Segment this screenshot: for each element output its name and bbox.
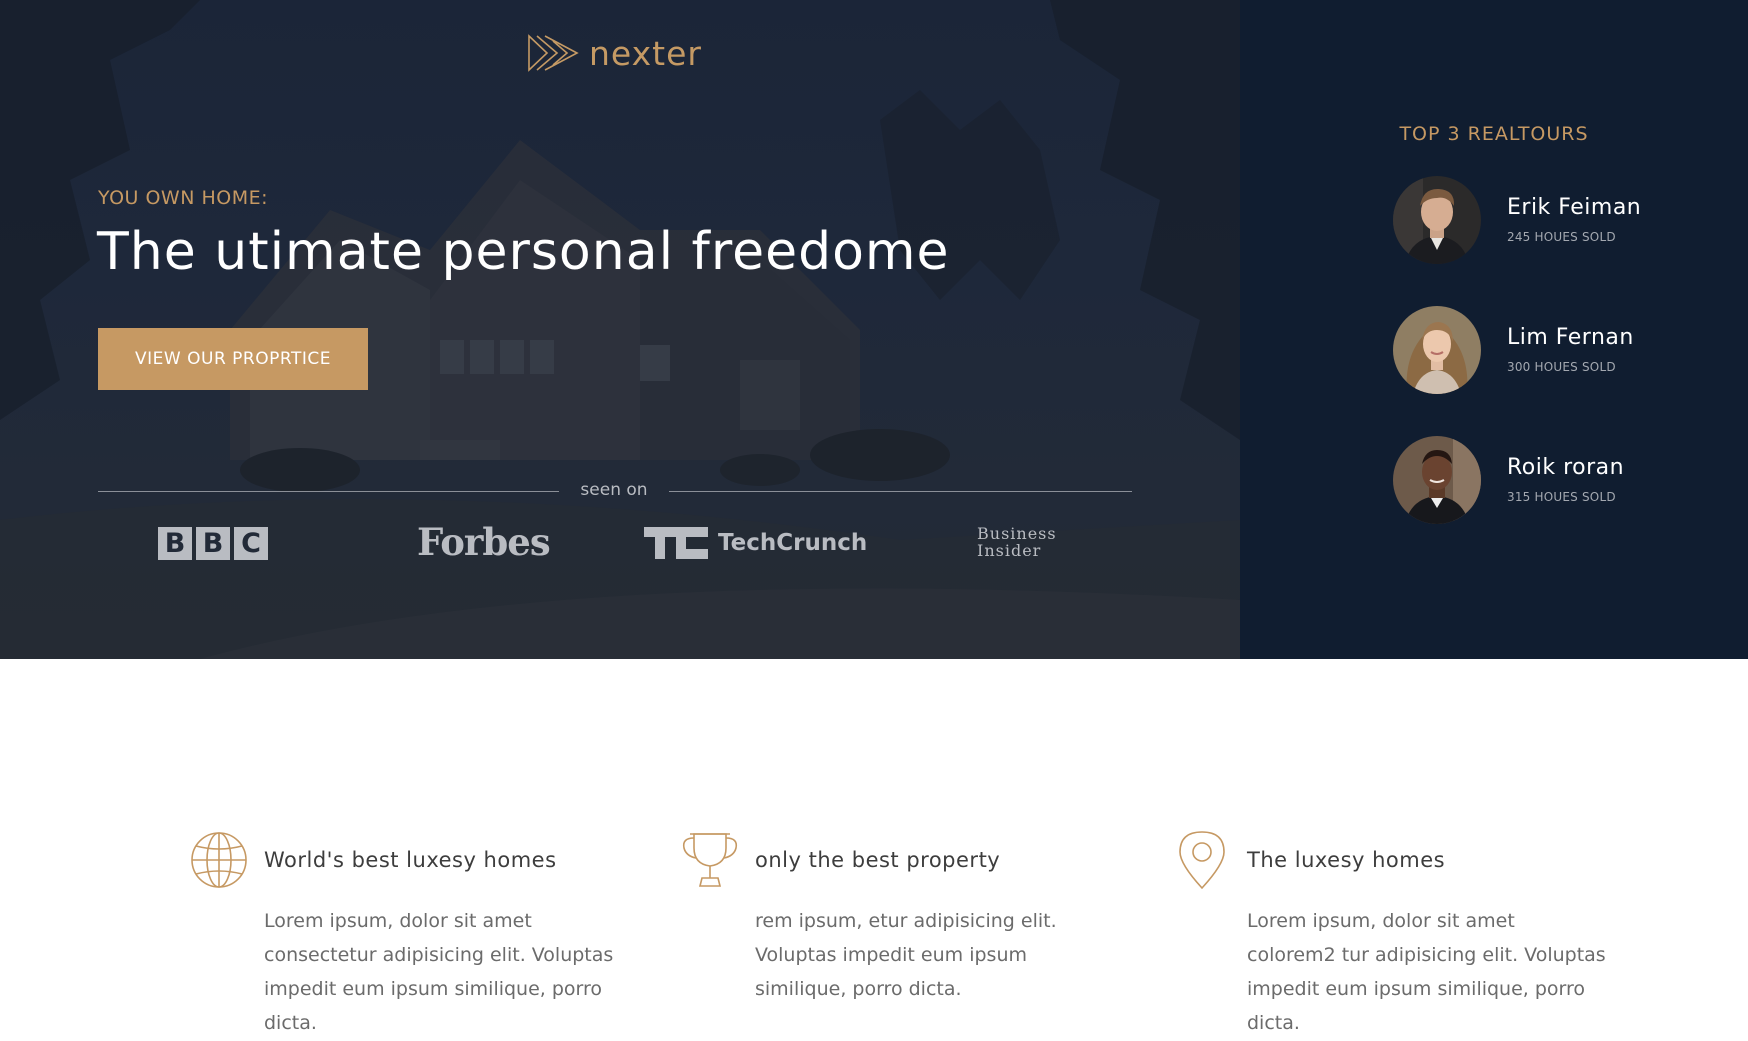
- top-realtors-sidebar: TOP 3 REALTOURS Erik Feiman 245 HOUES SO…: [1240, 0, 1748, 659]
- seen-on-divider: seen on: [98, 480, 1132, 504]
- globe-icon: [189, 830, 249, 890]
- bi-line-1: Business: [977, 524, 1057, 543]
- page: nexter YOU OWN HOME: The utimate persona…: [0, 0, 1748, 1041]
- bbc-letter: B: [196, 527, 230, 560]
- feature-description: rem ipsum, etur adipisicing elit. Volupt…: [755, 910, 1057, 1000]
- view-properties-button[interactable]: VIEW OUR PROPRTICE: [98, 328, 368, 390]
- techcrunch-wordmark: TechCrunch: [718, 530, 868, 556]
- hero-section: nexter YOU OWN HOME: The utimate persona…: [0, 0, 1240, 659]
- feature-description: Lorem ipsum, dolor sit amet consectetur …: [264, 910, 614, 1034]
- realtor-houses-sold: 315 HOUES SOLD: [1507, 489, 1616, 504]
- realtor-houses-sold: 300 HOUES SOLD: [1507, 359, 1616, 374]
- realtor-houses-sold: 245 HOUES SOLD: [1507, 229, 1616, 244]
- divider-line-right: [669, 491, 1132, 492]
- brand-logo[interactable]: nexter: [527, 32, 702, 74]
- sidebar-title: TOP 3 REALTOURS: [1399, 123, 1589, 145]
- feature-description: Lorem ipsum, dolor sit amet colorem2 tur…: [1247, 910, 1606, 1034]
- realtor-name: Erik Feiman: [1507, 195, 1642, 221]
- business-insider-logo: Business Insider: [977, 525, 1067, 559]
- avatar: [1393, 306, 1481, 394]
- bi-line-2: Insider: [977, 541, 1042, 560]
- realtor-card[interactable]: Roik roran 315 HOUES SOLD: [1393, 436, 1624, 524]
- triple-play-triangles-icon: [527, 32, 579, 74]
- bbc-logo: B B C: [158, 527, 268, 560]
- realtor-name: Lim Fernan: [1507, 325, 1634, 351]
- realtor-card[interactable]: Erik Feiman 245 HOUES SOLD: [1393, 176, 1641, 264]
- hero-kicker: YOU OWN HOME:: [98, 187, 269, 209]
- divider-line-left: [98, 491, 559, 492]
- feature-title: World's best luxesy homes: [264, 848, 557, 872]
- feature-title: only the best property: [755, 848, 1001, 872]
- seen-on-label: seen on: [580, 480, 648, 500]
- forbes-logo: Forbes: [417, 520, 551, 564]
- brand-name: nexter: [589, 33, 702, 73]
- map-pin-icon: [1172, 830, 1232, 890]
- hero-headline: The utimate personal freedome: [97, 222, 950, 282]
- bbc-letter: B: [158, 527, 192, 560]
- avatar: [1393, 176, 1481, 264]
- bbc-letter: C: [234, 527, 268, 560]
- realtor-card[interactable]: Lim Fernan 300 HOUES SOLD: [1393, 306, 1634, 394]
- techcrunch-mark-icon: [644, 527, 708, 559]
- feature-title: The luxesy homes: [1247, 848, 1446, 872]
- avatar: [1393, 436, 1481, 524]
- techcrunch-logo: TechCrunch: [634, 527, 867, 559]
- trophy-icon: [680, 830, 740, 890]
- realtor-name: Roik roran: [1507, 455, 1625, 481]
